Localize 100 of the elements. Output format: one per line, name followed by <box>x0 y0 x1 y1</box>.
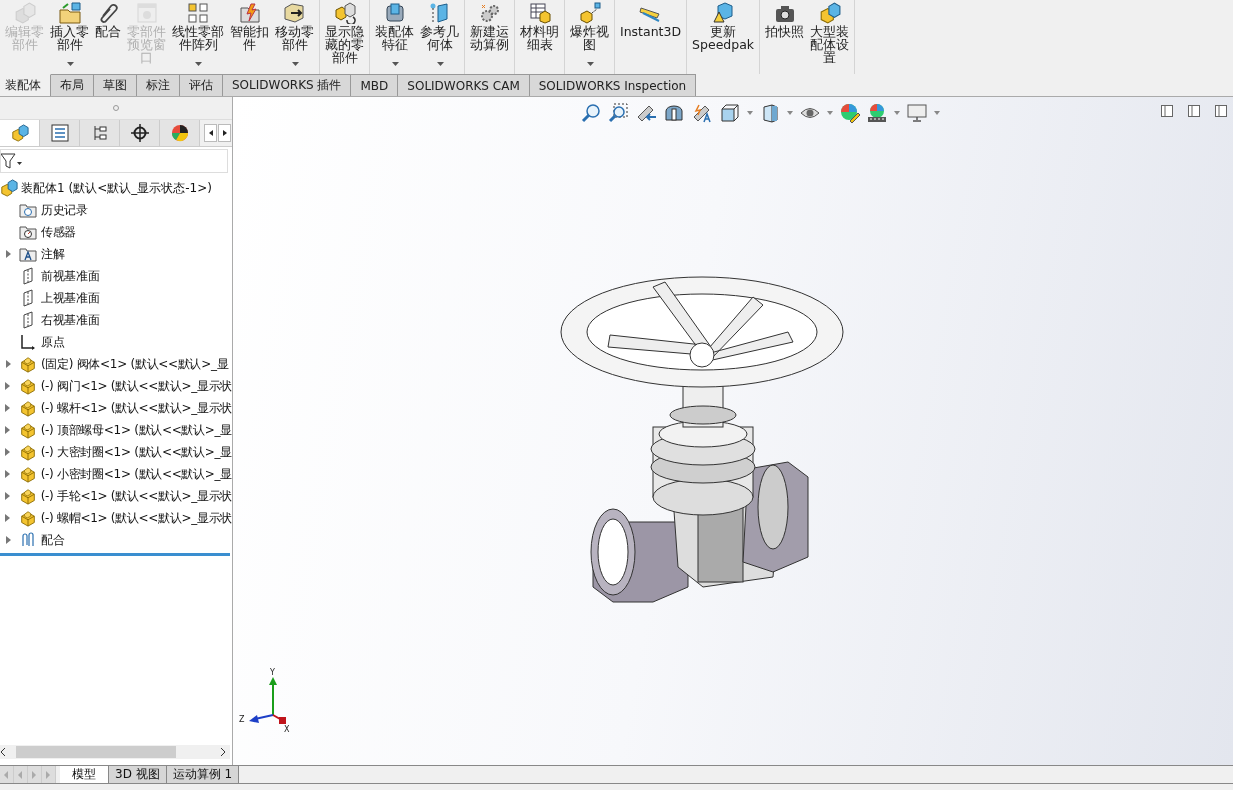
view-cube-icon[interactable] <box>720 103 740 123</box>
filter-icon[interactable] <box>1 153 23 169</box>
section-view-icon[interactable] <box>664 103 684 123</box>
tree-item[interactable]: 配合 <box>0 529 232 551</box>
box-arrow-icon <box>282 2 307 24</box>
caret-icon[interactable] <box>894 111 900 115</box>
part-icon <box>18 487 37 505</box>
panel-icon[interactable] <box>1188 105 1200 117</box>
paperclip-icon <box>20 532 36 548</box>
gears-icon <box>478 2 501 24</box>
command-button[interactable]: Instant3D <box>617 0 685 74</box>
cylinder-icon <box>383 2 406 24</box>
expand-arrow-icon <box>5 536 11 544</box>
command-tab[interactable]: 评估 <box>180 74 223 96</box>
command-tab[interactable]: MBD <box>351 74 399 96</box>
caret-icon[interactable] <box>787 111 793 115</box>
scroll-right-icon[interactable] <box>220 747 226 757</box>
command-button[interactable]: 显示隐 藏的零 部件 <box>322 0 367 74</box>
paperclip-icon <box>97 2 119 24</box>
part-icon <box>18 465 37 483</box>
caret-icon[interactable] <box>827 111 833 115</box>
expand-arrow-icon <box>5 250 11 258</box>
tree-item[interactable]: (-) 小密封圈<1> (默认<<默认>_显 <box>0 463 232 485</box>
crosshair-icon <box>130 124 149 142</box>
command-button[interactable]: 更新 Speedpak <box>689 0 758 74</box>
part-icon <box>19 355 37 373</box>
tree-item[interactable]: (-) 螺杆<1> (默认<<默认>_显示状 <box>0 397 232 419</box>
command-tab[interactable]: 标注 <box>137 74 180 96</box>
left-arrow-icon <box>208 130 213 136</box>
scene-icon[interactable] <box>867 103 887 123</box>
folder-bolt-icon <box>238 2 261 24</box>
scroll-left-icon[interactable] <box>0 747 6 757</box>
command-button[interactable]: 移动零 部件 <box>272 0 317 74</box>
right-arrow-icon <box>222 130 227 136</box>
tree-item[interactable]: 传感器 <box>0 221 232 243</box>
plane-icon <box>22 311 34 329</box>
part-icon <box>18 443 37 461</box>
part-warning-icon <box>712 2 735 24</box>
command-button[interactable]: 材料明 细表 <box>517 0 562 74</box>
command-button[interactable]: 线性零部 件阵列 <box>169 0 227 74</box>
part-icon <box>18 399 37 417</box>
sheet-tab[interactable]: 3D 视图 <box>109 766 167 783</box>
annotation-view-icon[interactable] <box>691 103 713 123</box>
tree-item[interactable]: 历史记录 <box>0 199 232 221</box>
command-button[interactable]: 装配体 特征 <box>372 0 417 74</box>
tree-item[interactable]: 前视基准面 <box>0 265 232 287</box>
command-button[interactable]: 智能扣 件 <box>227 0 272 74</box>
monitor-icon[interactable] <box>907 104 927 122</box>
caret-icon[interactable] <box>747 111 753 115</box>
command-button[interactable]: 参考几 何体 <box>417 0 462 74</box>
panel-tab[interactable] <box>160 120 200 146</box>
caret-icon <box>66 62 74 66</box>
command-button[interactable]: 大型装 配体设 置 <box>807 0 853 74</box>
tree-root-item[interactable]: 装配体1 (默认<默认_显示状态-1>) <box>0 177 232 199</box>
cube-icon[interactable] <box>760 103 780 123</box>
axis-triad <box>249 677 286 724</box>
caret-icon[interactable] <box>934 111 940 115</box>
scroll-right-button[interactable] <box>218 124 231 142</box>
assembly-icon <box>10 124 29 142</box>
tree-item[interactable]: (固定) 阀体<1> (默认<<默认>_显 <box>0 353 232 375</box>
grip-icon[interactable] <box>113 105 119 111</box>
expand-arrow-icon <box>5 448 11 456</box>
eye-icon[interactable] <box>800 106 820 120</box>
expand-arrow-icon <box>5 470 11 478</box>
command-button[interactable]: 插入零 部件 <box>47 0 92 74</box>
command-tab[interactable]: SOLIDWORKS 插件 <box>223 74 352 96</box>
command-button[interactable]: 爆炸视 图 <box>567 0 612 74</box>
command-button[interactable]: 拍快照 <box>762 0 808 74</box>
appearance-icon[interactable] <box>840 103 860 123</box>
command-tab[interactable]: 布局 <box>51 74 94 96</box>
part-icon <box>13 2 36 24</box>
previous-view-icon[interactable] <box>635 103 657 123</box>
plane-icon <box>22 289 34 307</box>
sheet-tab[interactable]: 运动算例 1 <box>166 766 240 783</box>
axis-label: Z <box>239 715 245 724</box>
tree-item[interactable]: 原点 <box>0 331 232 353</box>
tree-item[interactable]: 右视基准面 <box>0 309 232 331</box>
scrollbar-thumb[interactable] <box>16 746 176 758</box>
command-button[interactable]: 新建运 动算例 <box>467 0 512 74</box>
tree-item[interactable]: (-) 手轮<1> (默认<<默认>_显示状 <box>0 485 232 507</box>
tree-item[interactable]: (-) 大密封圈<1> (默认<<默认>_显 <box>0 441 232 463</box>
part-icon <box>18 421 37 439</box>
tree-item[interactable]: 上视基准面 <box>0 287 232 309</box>
axis-label: Y <box>270 668 275 677</box>
scroll-left-button[interactable] <box>204 124 217 142</box>
command-tab[interactable]: SOLIDWORKS Inspection <box>529 74 697 96</box>
tree-item[interactable]: 注解 <box>0 243 232 265</box>
command-tab[interactable]: SOLIDWORKS CAM <box>398 74 530 96</box>
camera-icon <box>773 4 796 24</box>
tree-item[interactable]: (-) 螺帽<1> (默认<<默认>_显示状 <box>0 507 232 529</box>
tree-item[interactable]: (-) 阀门<1> (默认<<默认>_显示状 <box>0 375 232 397</box>
window-icon[interactable] <box>1215 105 1227 117</box>
tree-item[interactable]: (-) 顶部螺母<1> (默认<<默认>_显 <box>0 419 232 441</box>
command-tab[interactable]: 草图 <box>94 74 137 96</box>
sheet-tab[interactable]: 模型 <box>60 766 109 783</box>
zoom-fit-icon[interactable] <box>581 103 601 123</box>
panel-tab[interactable] <box>120 120 160 146</box>
command-button[interactable]: 配合 <box>92 0 124 74</box>
zoom-area-icon[interactable] <box>608 103 628 123</box>
restore-icon[interactable] <box>1161 105 1173 117</box>
